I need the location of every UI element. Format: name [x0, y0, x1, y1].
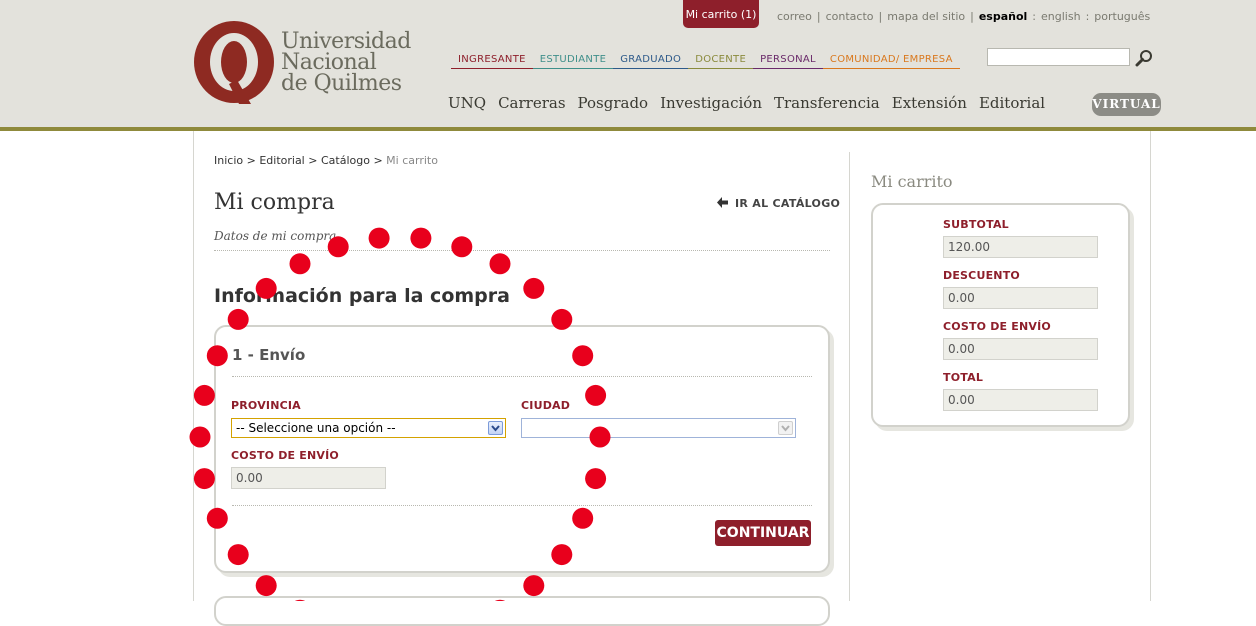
- back-to-catalog-link[interactable]: IR AL CATÁLOGO: [716, 196, 840, 210]
- top-utility-links: correo | contacto | mapa del sitio | español: e…: [777, 10, 1150, 23]
- page-subtitle: Datos de mi compra: [214, 229, 337, 243]
- nav-editorial[interactable]: Editorial: [979, 94, 1045, 112]
- nav-investigacion[interactable]: Investigación: [660, 94, 762, 112]
- column-divider: [849, 152, 850, 601]
- virtual-campus-button[interactable]: VIRTUAL: [1092, 93, 1161, 116]
- breadcrumb-current: Mi carrito: [386, 154, 438, 167]
- total-label: TOTAL: [943, 371, 984, 384]
- separator: :: [1032, 10, 1037, 23]
- breadcrumb-editorial[interactable]: Editorial: [259, 154, 304, 167]
- cart-title: Mi carrito: [871, 172, 953, 191]
- continue-button[interactable]: CONTINUAR: [715, 520, 811, 546]
- breadcrumb-inicio[interactable]: Inicio: [214, 154, 243, 167]
- audience-ingresante[interactable]: INGRESANTE: [451, 54, 533, 69]
- total-value: 0.00: [943, 389, 1098, 411]
- audience-graduado[interactable]: GRADUADO: [613, 54, 689, 69]
- main-nav: UNQ Carreras Posgrado Investigación Transfer…: [448, 94, 1057, 112]
- separator: :: [1085, 10, 1090, 23]
- chevron-down-icon: [778, 421, 793, 435]
- ciudad-select[interactable]: [521, 418, 796, 438]
- mail-link[interactable]: correo: [777, 10, 812, 23]
- search-input[interactable]: [987, 48, 1130, 66]
- provincia-label: PROVINCIA: [231, 399, 301, 412]
- page-title: Mi compra: [214, 190, 335, 215]
- language-spanish[interactable]: español: [979, 10, 1027, 23]
- ciudad-label: CIUDAD: [521, 399, 571, 412]
- language-english[interactable]: english: [1041, 10, 1081, 23]
- arrow-left-icon: [717, 197, 728, 208]
- university-name[interactable]: Universidad Nacional de Quilmes: [281, 29, 411, 96]
- audience-estudiante[interactable]: ESTUDIANTE: [532, 54, 614, 69]
- audience-nav: INGRESANTE ESTUDIANTE GRADUADO DOCENTE PERSO…: [451, 54, 960, 71]
- nav-transferencia[interactable]: Transferencia: [774, 94, 880, 112]
- search-icon[interactable]: [1135, 49, 1153, 67]
- separator: |: [878, 10, 883, 23]
- nav-carreras[interactable]: Carreras: [498, 94, 565, 112]
- university-logo-icon[interactable]: [193, 20, 275, 106]
- nav-unq[interactable]: UNQ: [448, 94, 486, 112]
- separator: |: [816, 10, 821, 23]
- logo-line: de Quilmes: [281, 71, 402, 96]
- chevron-down-icon: [488, 421, 503, 435]
- breadcrumb: Inicio > Editorial > Catálogo > Mi carri…: [214, 154, 438, 167]
- breadcrumb-catalogo[interactable]: Catálogo: [321, 154, 370, 167]
- logo-line: Universidad: [281, 29, 411, 54]
- logo-line: Nacional: [281, 50, 377, 75]
- divider: [214, 250, 830, 251]
- shipping-step-title: 1 - Envío: [232, 346, 306, 364]
- nav-posgrado[interactable]: Posgrado: [578, 94, 649, 112]
- discount-label: DESCUENTO: [943, 269, 1020, 282]
- audience-personal[interactable]: PERSONAL: [753, 54, 823, 69]
- subtotal-label: SUBTOTAL: [943, 218, 1009, 231]
- back-link-label: IR AL CATÁLOGO: [735, 197, 841, 210]
- audience-docente[interactable]: DOCENTE: [688, 54, 754, 69]
- cart-shipping-label: COSTO DE ENVÍO: [943, 320, 1051, 333]
- subtotal-value: 120.00: [943, 236, 1098, 258]
- discount-value: 0.00: [943, 287, 1098, 309]
- separator: |: [970, 10, 974, 23]
- language-portuguese[interactable]: português: [1094, 10, 1150, 23]
- contact-link[interactable]: contacto: [826, 10, 874, 23]
- shipping-cost-value: 0.00: [231, 467, 386, 489]
- divider: [232, 376, 812, 377]
- sitemap-link[interactable]: mapa del sitio: [887, 10, 965, 23]
- provincia-selected-value: -- Seleccione una opción --: [236, 421, 396, 435]
- shipping-cost-label: COSTO DE ENVÍO: [231, 449, 339, 462]
- nav-extension[interactable]: Extensión: [892, 94, 967, 112]
- audience-comunidad[interactable]: COMUNIDAD/ EMPRESA: [822, 54, 960, 69]
- divider: [232, 505, 812, 506]
- provincia-select[interactable]: -- Seleccione una opción --: [231, 418, 506, 438]
- cart-count-button[interactable]: Mi carrito (1): [683, 0, 759, 28]
- cart-shipping-value: 0.00: [943, 338, 1098, 360]
- section-title: Información para la compra: [214, 285, 510, 307]
